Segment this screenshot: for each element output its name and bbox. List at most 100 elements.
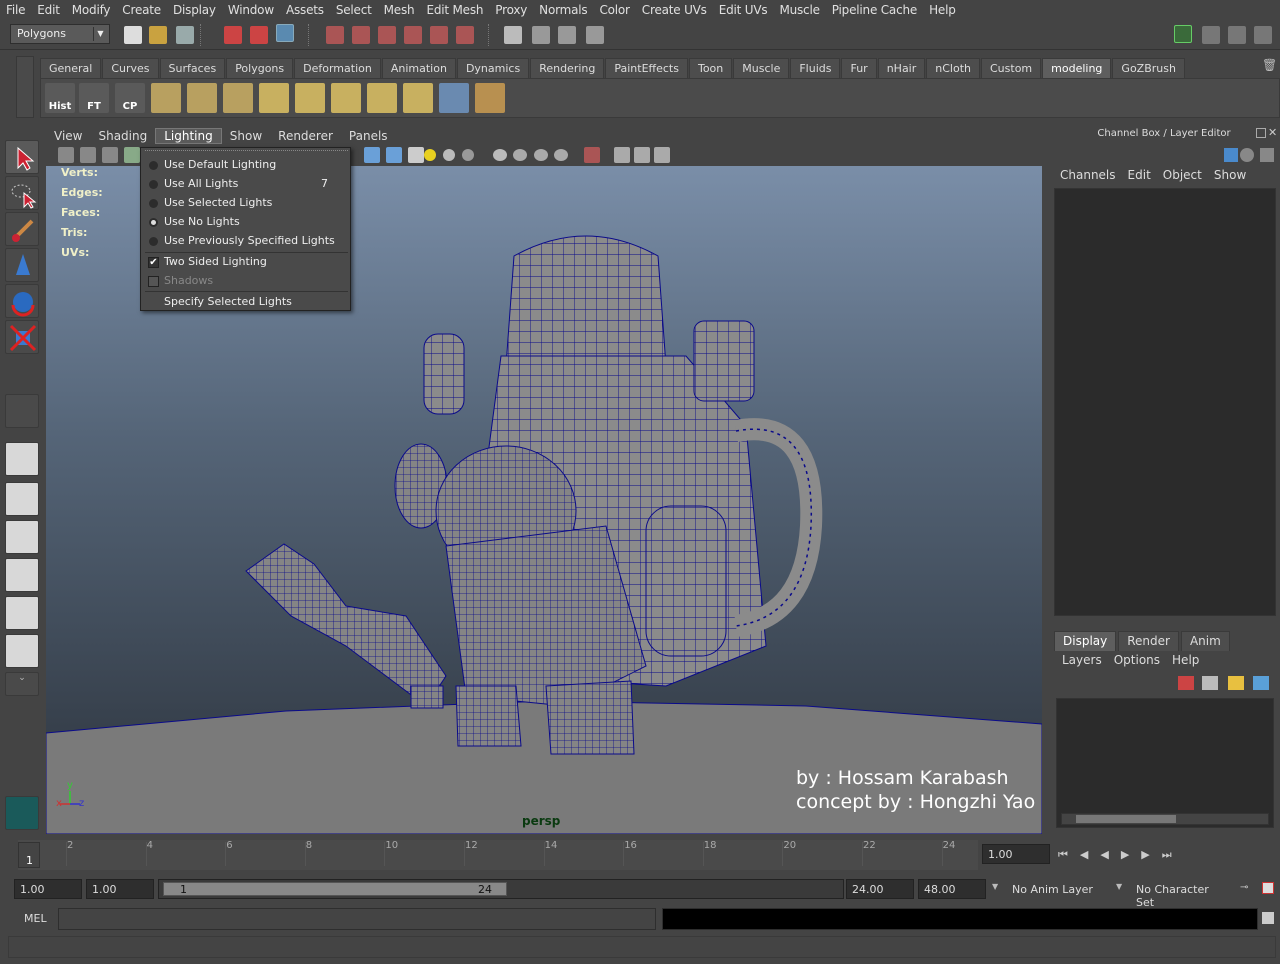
character-set-dropdown[interactable]: No Character Set — [1130, 879, 1236, 909]
shelf-tool-icon[interactable] — [259, 83, 289, 113]
shelf-tab-gozbrush[interactable]: GoZBrush — [1112, 58, 1185, 78]
all-lights-icon[interactable] — [443, 149, 455, 161]
select-object-icon[interactable] — [250, 26, 268, 44]
menu-pipeline-cache[interactable]: Pipeline Cache — [826, 3, 923, 17]
smooth-shade-icon[interactable] — [386, 147, 402, 163]
menu-color[interactable]: Color — [593, 3, 635, 17]
menu-item-selected-lights[interactable]: Use Selected Lights — [164, 196, 272, 209]
xray-joints-icon[interactable] — [634, 147, 650, 163]
shelf-tab-polygons[interactable]: Polygons — [226, 58, 294, 78]
channel-menu-channels[interactable]: Channels — [1054, 168, 1122, 182]
snap-surface-icon[interactable] — [430, 26, 448, 44]
key-icon[interactable]: ⊸ — [1240, 882, 1254, 894]
float-icon[interactable] — [1256, 128, 1266, 138]
show-tool-settings-icon[interactable] — [1202, 26, 1220, 44]
command-input[interactable] — [58, 908, 656, 930]
attribute-editor-icon[interactable] — [1240, 148, 1254, 162]
shelf-tab-surfaces[interactable]: Surfaces — [159, 58, 226, 78]
default-light-icon[interactable] — [424, 149, 436, 161]
menu-item-specify-selected-lights[interactable]: Specify Selected Lights — [164, 295, 292, 308]
select-tool-icon[interactable] — [5, 140, 39, 174]
playback-end-field[interactable]: 24.00 — [846, 879, 914, 899]
shelf-tool-icon[interactable] — [439, 83, 469, 113]
lasso-tool-icon[interactable] — [5, 176, 39, 210]
anim-start-field[interactable]: 1.00 — [14, 879, 82, 899]
show-channel-box-icon[interactable] — [1228, 26, 1246, 44]
menu-display[interactable]: Display — [167, 3, 222, 17]
shadows-icon[interactable] — [493, 149, 507, 161]
layer-menu-options[interactable]: Options — [1108, 653, 1166, 667]
shelf-tab-animation[interactable]: Animation — [381, 58, 456, 78]
outliner-persp-layout-icon[interactable] — [5, 520, 39, 554]
menu-edit[interactable]: Edit — [31, 3, 65, 17]
new-scene-icon[interactable] — [124, 26, 142, 44]
shelf-tab-dynamics[interactable]: Dynamics — [456, 58, 530, 78]
ambient-occlusion-icon[interactable] — [513, 149, 527, 161]
tool-settings-icon[interactable] — [1260, 148, 1274, 162]
snap-grid-icon[interactable] — [326, 26, 344, 44]
menu-item-all-lights[interactable]: Use All Lights — [164, 177, 238, 190]
playback-start-field[interactable]: 1.00 — [86, 879, 154, 899]
shelf-tool-icon[interactable] — [295, 83, 325, 113]
shelf-tab-painteffects[interactable]: PaintEffects — [605, 58, 688, 78]
time-slider[interactable]: 1 1.00 ⏮◀◀▶▶⏭ 2 4 6 8 10 12 14 16 18 20 22 24 — [0, 838, 1280, 874]
paint-select-tool-icon[interactable] — [5, 212, 39, 246]
tearoff-line[interactable] — [145, 150, 348, 154]
command-language-label[interactable]: MEL — [24, 912, 47, 925]
camera-attr-icon[interactable] — [80, 147, 96, 163]
image-plane-icon[interactable] — [124, 147, 140, 163]
layer-tab-anim[interactable]: Anim — [1180, 631, 1230, 651]
close-icon[interactable]: ✕ — [1268, 126, 1280, 139]
shelf-button-cp[interactable]: CP — [115, 83, 145, 113]
more-layouts-icon[interactable]: ⌄ — [5, 672, 39, 696]
menu-mesh[interactable]: Mesh — [378, 3, 421, 17]
layer-menu-help[interactable]: Help — [1166, 653, 1205, 667]
antialias-icon[interactable] — [554, 149, 568, 161]
shelf-tab-deformation[interactable]: Deformation — [294, 58, 381, 78]
channel-box-icon[interactable] — [1224, 148, 1238, 162]
playback-controls[interactable]: ⏮◀◀▶▶⏭ — [1058, 848, 1184, 862]
shelf-button-ft[interactable]: FT — [79, 83, 109, 113]
preferences-icon[interactable] — [1262, 882, 1274, 894]
shelf-tool-icon[interactable] — [223, 83, 253, 113]
timeline-track[interactable] — [18, 840, 978, 870]
snap-point-icon[interactable] — [378, 26, 396, 44]
anim-layer-dropdown[interactable]: No Anim Layer — [1006, 879, 1110, 899]
horizontal-scrollbar[interactable] — [1061, 813, 1269, 825]
xray-icon[interactable] — [614, 147, 630, 163]
move-tool-icon[interactable] — [5, 248, 39, 282]
script-editor-icon[interactable] — [1262, 912, 1274, 924]
bookmark-icon[interactable] — [102, 147, 118, 163]
scrollbar-thumb[interactable] — [1076, 815, 1176, 823]
textured-icon[interactable] — [408, 147, 424, 163]
layer-menu-layers[interactable]: Layers — [1056, 653, 1108, 667]
show-outliner-icon[interactable] — [1254, 26, 1272, 44]
scale-tool-icon[interactable] — [5, 320, 39, 354]
shelf-tab-rendering[interactable]: Rendering — [530, 58, 605, 78]
move-to-layer-icon[interactable] — [1228, 676, 1244, 690]
menu-create-uvs[interactable]: Create UVs — [636, 3, 713, 17]
shelf-tool-icon[interactable] — [187, 83, 217, 113]
shelf-tab-muscle[interactable]: Muscle — [733, 58, 790, 78]
new-layer-empty-icon[interactable] — [1178, 676, 1194, 690]
panel-menu-lighting[interactable]: Lighting — [155, 128, 222, 144]
motion-blur-icon[interactable] — [534, 149, 548, 161]
shelf-tool-icon[interactable] — [475, 83, 505, 113]
shelf-button-hist[interactable]: Hist — [45, 83, 75, 113]
checkbox-two-sided[interactable]: ✔ — [148, 257, 159, 268]
layer-list[interactable] — [1056, 698, 1274, 828]
menu-create[interactable]: Create — [116, 3, 167, 17]
menu-window[interactable]: Window — [222, 3, 280, 17]
anim-end-field[interactable]: 48.00 — [918, 879, 986, 899]
menu-proxy[interactable]: Proxy — [489, 3, 533, 17]
shelf-tab-ncloth[interactable]: nCloth — [926, 58, 980, 78]
panel-menu-shading[interactable]: Shading — [90, 129, 155, 143]
radio-selected-lights[interactable] — [149, 199, 158, 208]
panel-menu-view[interactable]: View — [46, 129, 90, 143]
show-attribute-editor-icon[interactable] — [1174, 25, 1192, 43]
layer-tab-render[interactable]: Render — [1118, 631, 1179, 651]
select-hierarchy-icon[interactable] — [224, 26, 242, 44]
snap-plane-icon[interactable] — [404, 26, 422, 44]
channel-menu-show[interactable]: Show — [1208, 168, 1252, 182]
persp-graph-layout-icon[interactable] — [5, 634, 39, 668]
